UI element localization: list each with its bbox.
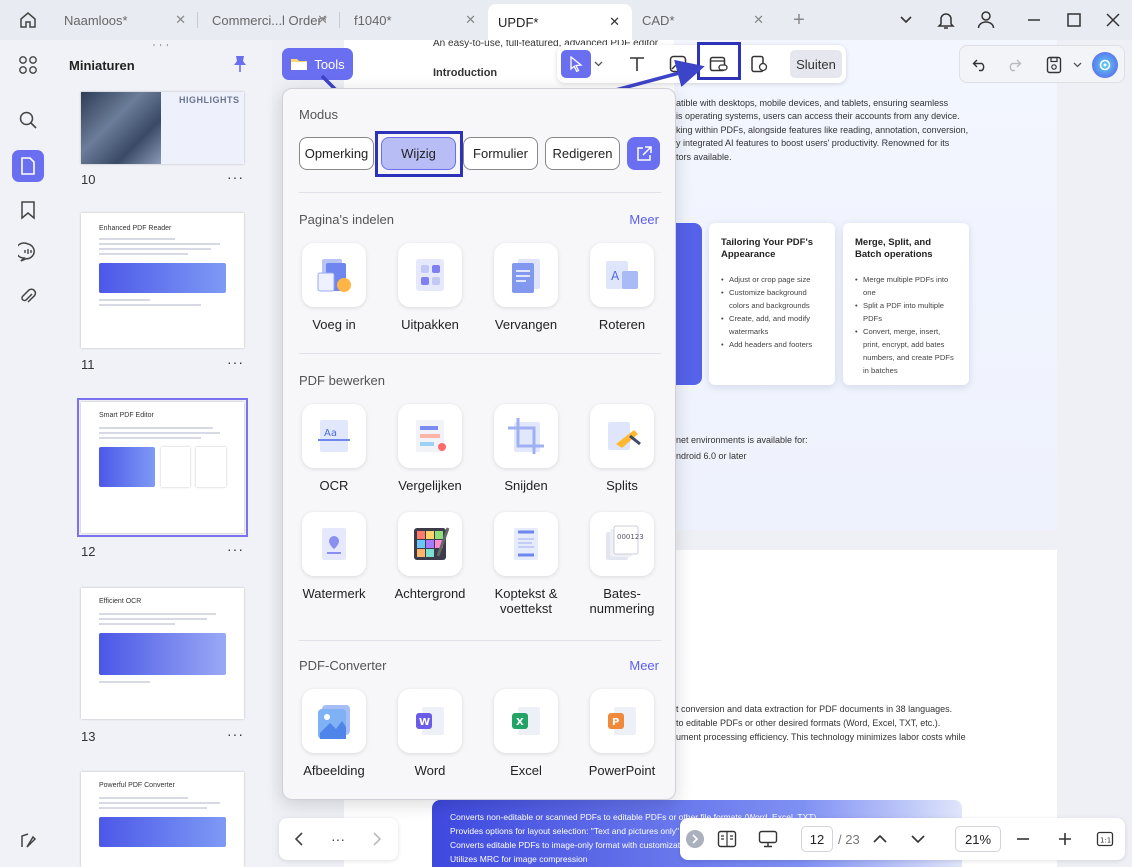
insert-pages-icon xyxy=(317,259,351,292)
presentation-icon[interactable] xyxy=(755,827,781,851)
crop-tool[interactable]: Snijden xyxy=(479,404,573,493)
tool-label: Afbeelding xyxy=(303,763,365,778)
compare-icon xyxy=(416,420,446,452)
powerpoint-icon: P xyxy=(608,707,636,735)
converter-more-link[interactable]: Meer xyxy=(629,658,659,673)
tool-label: Bates-nummering xyxy=(589,586,655,616)
page-nav: ··· xyxy=(279,818,398,860)
convert-image-tool[interactable]: Afbeelding xyxy=(287,689,381,778)
mode-comment-button[interactable]: Opmerking xyxy=(299,137,374,170)
tool-label: Splits xyxy=(606,478,638,493)
crop-icon xyxy=(508,418,544,454)
chevron-up-icon[interactable] xyxy=(868,827,892,851)
open-external-icon[interactable] xyxy=(627,137,660,170)
highlight-box-edit-mode xyxy=(375,131,463,177)
convert-word-tool[interactable]: W Word xyxy=(383,689,477,778)
svg-text:P: P xyxy=(612,717,619,728)
replace-tool[interactable]: Vervangen xyxy=(479,243,573,332)
convert-powerpoint-tool[interactable]: P PowerPoint xyxy=(575,689,669,778)
more-options-button[interactable]: ··· xyxy=(325,827,351,851)
page-number-input[interactable]: 12 xyxy=(801,826,833,852)
actual-size-icon[interactable]: 1:1 xyxy=(1093,827,1117,851)
mode-redact-button[interactable]: Redigeren xyxy=(545,137,620,170)
split-icon xyxy=(608,422,641,450)
chevron-right-icon[interactable] xyxy=(365,827,389,851)
word-icon: W xyxy=(416,707,444,735)
svg-text:1:1: 1:1 xyxy=(1100,837,1111,845)
tool-label: Excel xyxy=(510,763,542,778)
tool-label: Roteren xyxy=(598,317,646,332)
header-footer-icon xyxy=(514,528,538,560)
tool-label: Snijden xyxy=(504,478,548,493)
rotate-pages-icon: A xyxy=(606,261,638,289)
bottom-toolbar: 12 / 23 21% 1:1 xyxy=(680,818,1125,860)
tool-label: OCR xyxy=(319,478,349,493)
tool-label: Vervangen xyxy=(494,317,558,332)
bates-numbering-tool[interactable]: 000123 Bates-nummering xyxy=(575,512,669,616)
tool-label: Achtergrond xyxy=(394,586,466,601)
ocr-icon: Aa xyxy=(318,420,350,452)
excel-icon: X xyxy=(512,707,540,735)
converter-title: PDF-Converter xyxy=(299,658,387,673)
tool-label: Uitpakken xyxy=(401,317,459,332)
watermark-tool[interactable]: Watermerk xyxy=(287,512,381,601)
tool-label: Koptekst & voettekst xyxy=(494,586,558,616)
zoom-out-icon[interactable] xyxy=(1011,827,1035,851)
current-page: 12 xyxy=(809,831,825,847)
tool-label: Watermerk xyxy=(302,586,366,601)
replace-pages-icon xyxy=(512,259,540,293)
background-icon xyxy=(414,527,450,560)
edit-title: PDF bewerken xyxy=(299,373,385,388)
watermark-tool-icon xyxy=(322,528,346,560)
svg-text:W: W xyxy=(419,717,430,728)
tools-popup: Modus Opmerking Wijzig Formulier Rediger… xyxy=(282,88,676,800)
rotate-tool[interactable]: A Roteren xyxy=(575,243,669,332)
image-convert-icon xyxy=(318,705,350,739)
zoom-level[interactable]: 21% xyxy=(955,826,1001,852)
zoom-in-icon[interactable] xyxy=(1053,827,1077,851)
svg-text:A: A xyxy=(611,269,620,283)
convert-excel-tool[interactable]: X Excel xyxy=(479,689,573,778)
mode-form-button[interactable]: Formulier xyxy=(463,137,538,170)
organize-title: Pagina's indelen xyxy=(299,212,394,227)
background-tool[interactable]: Achtergrond xyxy=(383,512,477,601)
page-layout-icon[interactable] xyxy=(714,827,740,851)
extract-tool[interactable]: Uitpakken xyxy=(383,243,477,332)
tool-label: Voeg in xyxy=(312,317,356,332)
chevron-left-icon[interactable] xyxy=(287,827,311,851)
insert-tool[interactable]: Voeg in xyxy=(287,243,381,332)
page-total: / 23 xyxy=(838,832,860,847)
extract-pages-icon xyxy=(416,259,444,291)
header-footer-tool[interactable]: Koptekst & voettekst xyxy=(479,512,573,616)
tool-label: PowerPoint xyxy=(588,763,656,778)
tool-label: Word xyxy=(414,763,446,778)
ocr-tool[interactable]: Aa OCR xyxy=(287,404,381,493)
collapse-icon[interactable] xyxy=(686,830,704,848)
tool-label: Vergelijken xyxy=(398,478,462,493)
zoom-value: 21% xyxy=(964,831,992,847)
svg-text:000123: 000123 xyxy=(617,533,644,541)
organize-more-link[interactable]: Meer xyxy=(629,212,659,227)
mode-title: Modus xyxy=(299,107,339,122)
compare-tool[interactable]: Vergelijken xyxy=(383,404,477,493)
svg-text:Aa: Aa xyxy=(324,428,337,439)
chevron-down-icon[interactable] xyxy=(906,827,930,851)
bates-numbering-icon: 000123 xyxy=(606,525,644,560)
svg-text:X: X xyxy=(516,717,524,728)
split-tool[interactable]: Splits xyxy=(575,404,669,493)
